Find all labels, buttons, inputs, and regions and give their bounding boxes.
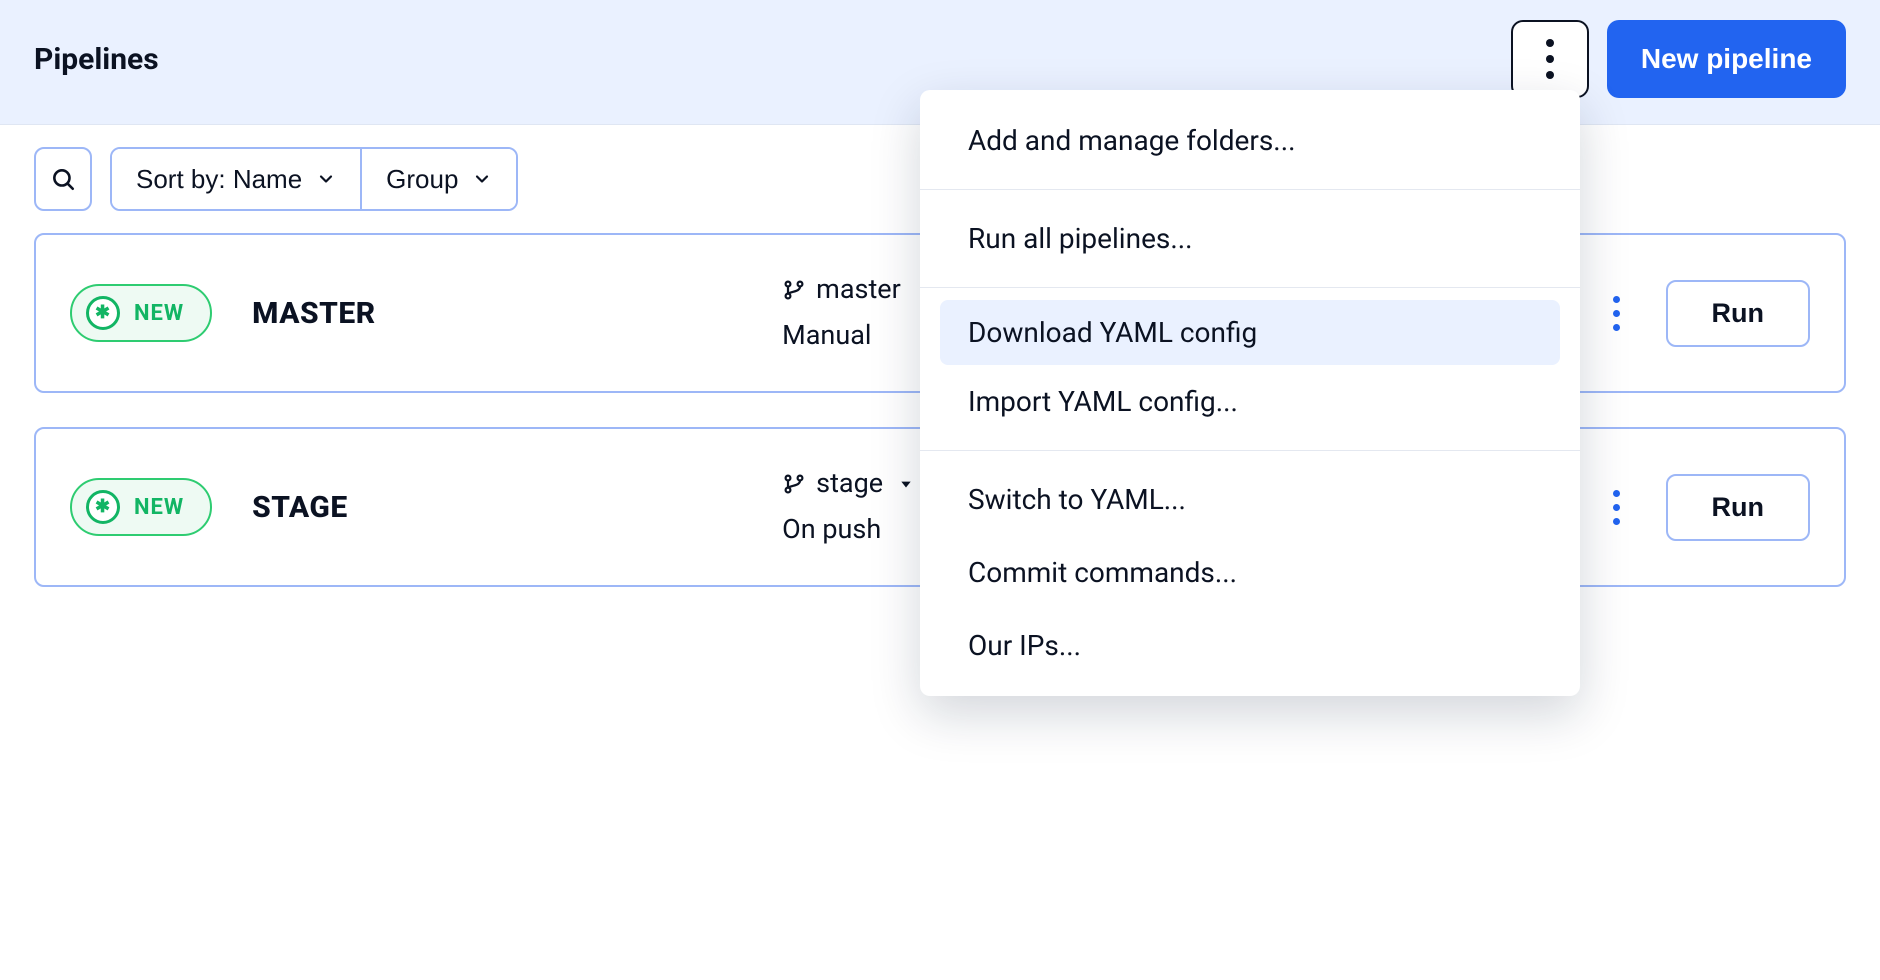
menu-item-run-all[interactable]: Run all pipelines... <box>920 202 1580 275</box>
more-actions-button[interactable] <box>1511 20 1589 98</box>
star-icon: ✱ <box>86 296 120 330</box>
menu-divider <box>920 450 1580 451</box>
view-controls: Sort by: Name Group <box>110 147 518 211</box>
page-title: Pipelines <box>34 42 159 77</box>
new-pipeline-button[interactable]: New pipeline <box>1607 20 1846 98</box>
more-vert-icon <box>1546 39 1554 79</box>
badge-label: NEW <box>134 495 184 520</box>
run-button[interactable]: Run <box>1666 280 1810 347</box>
branch-icon <box>782 278 806 302</box>
actions-menu: Add and manage folders... Run all pipeli… <box>920 90 1580 696</box>
menu-item-our-ips[interactable]: Our IPs... <box>920 609 1580 682</box>
row-actions: Run <box>1605 280 1810 347</box>
caret-down-icon <box>899 477 913 491</box>
sort-by-label: Sort by: Name <box>136 164 302 195</box>
branch-icon <box>782 472 806 496</box>
header-actions: New pipeline <box>1511 20 1846 98</box>
menu-item-download-yaml[interactable]: Download YAML config <box>940 300 1560 365</box>
pipeline-name: MASTER <box>252 296 742 331</box>
branch-name: master <box>816 269 901 311</box>
group-label: Group <box>386 164 458 195</box>
badge-label: NEW <box>134 301 184 326</box>
search-icon <box>50 166 76 192</box>
run-button[interactable]: Run <box>1666 474 1810 541</box>
menu-item-switch-yaml[interactable]: Switch to YAML... <box>920 463 1580 536</box>
row-more-button[interactable] <box>1605 288 1628 339</box>
sort-by-button[interactable]: Sort by: Name <box>112 149 360 209</box>
menu-divider <box>920 287 1580 288</box>
row-more-button[interactable] <box>1605 482 1628 533</box>
group-button[interactable]: Group <box>360 149 516 209</box>
row-actions: Run <box>1605 474 1810 541</box>
branch-name: stage <box>816 463 883 505</box>
star-icon: ✱ <box>86 490 120 524</box>
pipeline-name: STAGE <box>252 490 742 525</box>
status-badge: ✱ NEW <box>70 478 212 536</box>
menu-divider <box>920 189 1580 190</box>
menu-item-commit-commands[interactable]: Commit commands... <box>920 536 1580 609</box>
chevron-down-icon <box>316 169 336 189</box>
menu-item-manage-folders[interactable]: Add and manage folders... <box>920 104 1580 177</box>
search-button[interactable] <box>34 147 92 211</box>
menu-item-import-yaml[interactable]: Import YAML config... <box>920 365 1580 438</box>
chevron-down-icon <box>472 169 492 189</box>
status-badge: ✱ NEW <box>70 284 212 342</box>
